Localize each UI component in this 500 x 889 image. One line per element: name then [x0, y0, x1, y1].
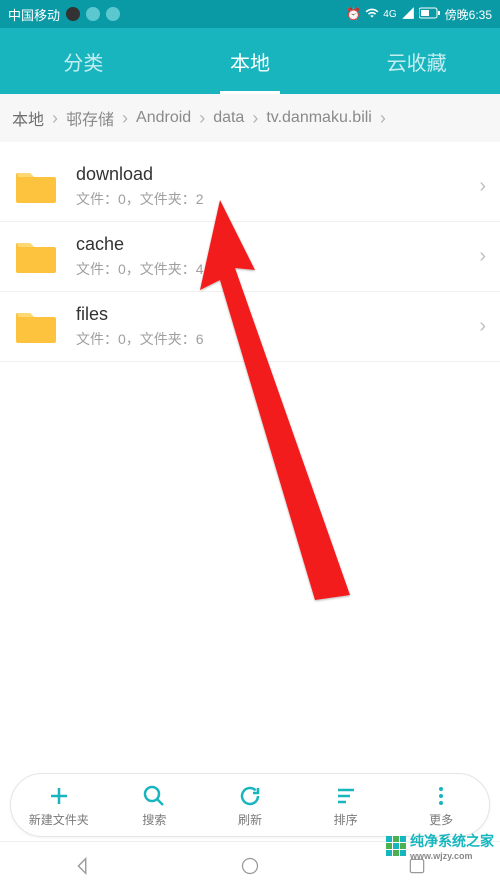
watermark: 纯净系统之家 www.wjzy.com — [386, 831, 494, 861]
file-info: files 文件：0，文件夹：6 — [76, 304, 471, 349]
file-info: cache 文件：0，文件夹：4 — [76, 234, 471, 279]
time-label: 傍晚6:35 — [445, 6, 492, 23]
status-dot-icon — [66, 7, 80, 21]
file-meta: 文件：0，文件夹：4 — [76, 259, 471, 279]
alarm-icon: ⏰ — [346, 7, 361, 21]
crumb-item[interactable]: data — [211, 109, 246, 127]
plus-icon — [46, 783, 72, 809]
chevron-right-icon: › — [46, 108, 64, 129]
status-dot-icon — [106, 7, 120, 21]
file-name: download — [76, 164, 471, 185]
carrier-label: 中国移动 — [8, 5, 60, 24]
folder-icon — [14, 239, 58, 275]
search-icon — [141, 783, 167, 809]
file-info: download 文件：0，文件夹：2 — [76, 164, 471, 209]
file-name: cache — [76, 234, 471, 255]
refresh-icon — [237, 783, 263, 809]
chevron-right-icon: › — [246, 108, 264, 129]
crumb-item[interactable]: 邨存储 — [64, 106, 116, 130]
new-folder-button[interactable]: 新建文件夹 — [11, 774, 107, 836]
list-item[interactable]: cache 文件：0，文件夹：4 › — [0, 222, 500, 292]
nav-back-button[interactable] — [63, 846, 103, 886]
more-vertical-icon — [428, 783, 454, 809]
crumb-item[interactable]: 本地 — [10, 106, 46, 130]
tab-local[interactable]: 本地 — [167, 28, 334, 94]
top-tabs: 分类 本地 云收藏 — [0, 28, 500, 94]
battery-icon — [419, 7, 441, 22]
bottom-toolbar: 新建文件夹 搜索 刷新 排序 更多 — [10, 773, 490, 837]
tab-cloud[interactable]: 云收藏 — [333, 28, 500, 94]
bb-label: 搜索 — [142, 811, 166, 828]
watermark-text: 纯净系统之家 — [410, 831, 494, 851]
status-bar: 中国移动 ⏰ 4G 傍晚6:35 — [0, 0, 500, 28]
folder-icon — [14, 309, 58, 345]
list-item[interactable]: files 文件：0，文件夹：6 › — [0, 292, 500, 362]
breadcrumb[interactable]: 本地 › 邨存储 › Android › data › tv.danmaku.b… — [0, 94, 500, 142]
nav-home-button[interactable] — [230, 846, 270, 886]
crumb-item[interactable]: tv.danmaku.bili — [264, 109, 374, 127]
chevron-right-icon: › — [471, 315, 486, 338]
more-button[interactable]: 更多 — [393, 774, 489, 836]
wifi-icon — [365, 6, 379, 23]
search-button[interactable]: 搜索 — [107, 774, 203, 836]
network-label: 4G — [383, 9, 396, 20]
bb-label: 更多 — [429, 811, 453, 828]
chevron-right-icon: › — [471, 245, 486, 268]
chevron-right-icon: › — [193, 108, 211, 129]
list-item[interactable]: download 文件：0，文件夹：2 › — [0, 152, 500, 222]
file-meta: 文件：0，文件夹：6 — [76, 329, 471, 349]
refresh-button[interactable]: 刷新 — [202, 774, 298, 836]
status-right: ⏰ 4G 傍晚6:35 — [346, 6, 492, 23]
file-list: download 文件：0，文件夹：2 › cache 文件：0，文件夹：4 ›… — [0, 142, 500, 362]
signal-icon — [401, 6, 415, 23]
chevron-right-icon: › — [471, 175, 486, 198]
status-dot-icon — [86, 7, 100, 21]
folder-icon — [14, 169, 58, 205]
bb-label: 排序 — [334, 811, 358, 828]
tab-category[interactable]: 分类 — [0, 28, 167, 94]
file-meta: 文件：0，文件夹：2 — [76, 189, 471, 209]
bb-label: 刷新 — [238, 811, 262, 828]
watermark-url: www.wjzy.com — [410, 851, 494, 861]
bb-label: 新建文件夹 — [29, 811, 89, 828]
chevron-right-icon: › — [374, 108, 392, 129]
chevron-right-icon: › — [116, 108, 134, 129]
sort-button[interactable]: 排序 — [298, 774, 394, 836]
sort-icon — [333, 783, 359, 809]
watermark-logo-icon — [386, 836, 406, 856]
file-name: files — [76, 304, 471, 325]
status-left: 中国移动 — [8, 5, 120, 24]
crumb-item[interactable]: Android — [134, 109, 193, 127]
